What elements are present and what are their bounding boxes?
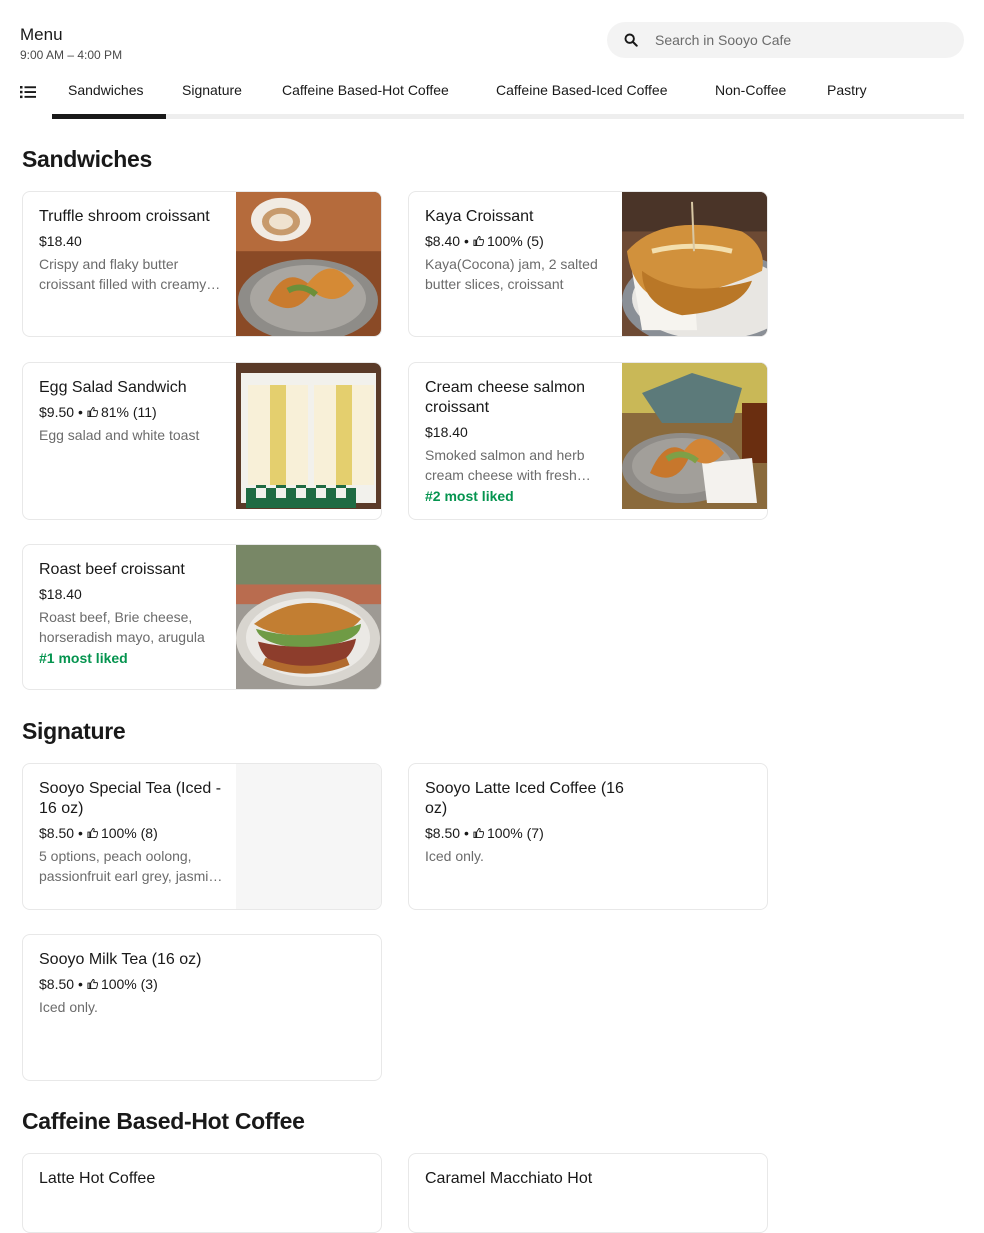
thumbs-up-icon bbox=[473, 235, 484, 247]
section-title-signature: Signature bbox=[22, 718, 126, 744]
item-name: Sooyo Latte Iced Coffee (16 oz) bbox=[425, 780, 624, 817]
item-description: Iced only. bbox=[425, 848, 484, 864]
section-title-sandwiches: Sandwiches bbox=[22, 146, 152, 172]
page-title: Menu bbox=[20, 25, 63, 44]
store-hours: 9:00 AM – 4:00 PM bbox=[20, 48, 123, 62]
item-name: Latte Hot Coffee bbox=[39, 1170, 156, 1187]
search-bar[interactable] bbox=[607, 22, 964, 58]
most-liked-badge: #1 most liked bbox=[39, 650, 128, 666]
separator-dot: • bbox=[78, 825, 83, 841]
item-description: Crispy and flaky butter croissant filled… bbox=[39, 256, 207, 292]
item-price: $8.40 bbox=[425, 233, 461, 249]
item-price: $18.40 bbox=[425, 424, 468, 440]
separator-dot: • bbox=[464, 825, 469, 841]
menu-item-card[interactable]: Sooyo Latte Iced Coffee (16 oz) $8.50 • … bbox=[408, 763, 768, 910]
thumbs-up-icon bbox=[87, 406, 98, 418]
menu-item-card[interactable]: Sooyo Milk Tea (16 oz) $8.50 • 100% (3) … bbox=[22, 934, 382, 1081]
active-tab-indicator bbox=[52, 114, 166, 119]
item-name: Egg Salad Sandwich bbox=[39, 379, 187, 396]
menu-item-card[interactable]: Cream cheese salmon croissant $18.40 Smo… bbox=[408, 362, 768, 520]
menu-item-card[interactable]: Sooyo Special Tea (Iced - 16 oz) $8.50 •… bbox=[22, 763, 382, 910]
list-icon[interactable] bbox=[20, 85, 36, 99]
item-name: Truffle shroom croissant bbox=[39, 208, 210, 225]
roast-beef-croissant-photo bbox=[236, 545, 381, 689]
item-price: $18.40 bbox=[39, 233, 82, 249]
item-rating: 100% (5) bbox=[486, 233, 544, 249]
item-price: $8.50 bbox=[39, 976, 75, 992]
item-rating: 81% (11) bbox=[100, 404, 157, 420]
truffle-croissant-photo bbox=[236, 192, 381, 336]
item-description: 5 options, peach oolong, passionfruit ea… bbox=[39, 848, 224, 884]
menu-item-card[interactable]: Latte Hot Coffee bbox=[22, 1153, 382, 1233]
tab-pastry[interactable]: Pastry bbox=[827, 72, 867, 109]
store-header: Menu 9:00 AM – 4:00 PM bbox=[20, 24, 122, 63]
item-description: Kaya(Cocona) jam, 2 salted butter slices… bbox=[425, 256, 598, 292]
item-description: Roast beef, Brie cheese, horseradish may… bbox=[39, 609, 205, 645]
kaya-croissant-photo bbox=[622, 192, 767, 336]
separator-dot: • bbox=[464, 233, 469, 249]
menu-item-card[interactable]: Truffle shroom croissant $18.40 Crispy a… bbox=[22, 191, 382, 337]
tab-signature[interactable]: Signature bbox=[182, 72, 242, 109]
search-icon bbox=[624, 33, 638, 47]
item-description: Egg salad and white toast bbox=[39, 427, 200, 443]
separator-dot: • bbox=[78, 404, 83, 420]
image-placeholder bbox=[236, 764, 381, 909]
item-name: Sooyo Milk Tea (16 oz) bbox=[39, 951, 202, 968]
thumbs-up-icon bbox=[87, 978, 98, 990]
tab-iced-coffee[interactable]: Caffeine Based-Iced Coffee bbox=[496, 72, 668, 109]
tabs-track bbox=[52, 114, 964, 119]
tab-non-coffee[interactable]: Non-Coffee bbox=[715, 72, 786, 109]
menu-item-card[interactable]: Roast beef croissant $18.40 Roast beef, … bbox=[22, 544, 382, 690]
thumbs-up-icon bbox=[473, 827, 484, 839]
item-description: Smoked salmon and herb cream cheese with… bbox=[425, 447, 585, 483]
menu-item-card[interactable]: Caramel Macchiato Hot bbox=[408, 1153, 768, 1233]
menu-item-card[interactable]: Kaya Croissant $8.40 • 100% (5) Kaya(Coc… bbox=[408, 191, 768, 337]
most-liked-badge: #2 most liked bbox=[425, 488, 514, 504]
salmon-croissant-photo bbox=[622, 363, 767, 509]
tab-sandwiches[interactable]: Sandwiches bbox=[68, 72, 144, 109]
item-rating: 100% (7) bbox=[486, 825, 544, 841]
tab-hot-coffee[interactable]: Caffeine Based-Hot Coffee bbox=[282, 72, 449, 109]
category-tabs: Sandwiches Signature Caffeine Based-Hot … bbox=[52, 72, 964, 119]
menu-item-card[interactable]: Egg Salad Sandwich $9.50 • 81% (11) Egg … bbox=[22, 362, 382, 520]
item-rating: 100% (8) bbox=[100, 825, 158, 841]
item-name: Cream cheese salmon croissant bbox=[425, 379, 586, 416]
item-name: Sooyo Special Tea (Iced - 16 oz) bbox=[39, 780, 222, 817]
item-name: Kaya Croissant bbox=[425, 208, 534, 225]
item-name: Caramel Macchiato Hot bbox=[425, 1170, 593, 1187]
section-title-hot-coffee: Caffeine Based-Hot Coffee bbox=[22, 1108, 305, 1134]
thumbs-up-icon bbox=[87, 827, 98, 839]
item-description: Iced only. bbox=[39, 999, 98, 1015]
item-price: $8.50 bbox=[39, 825, 75, 841]
item-price: $9.50 bbox=[39, 404, 75, 420]
item-name: Roast beef croissant bbox=[39, 561, 185, 578]
search-input[interactable] bbox=[655, 22, 945, 58]
item-rating: 100% (3) bbox=[100, 976, 158, 992]
item-price: $18.40 bbox=[39, 586, 82, 602]
separator-dot: • bbox=[78, 976, 83, 992]
egg-sandwich-photo bbox=[236, 363, 381, 509]
item-price: $8.50 bbox=[425, 825, 461, 841]
